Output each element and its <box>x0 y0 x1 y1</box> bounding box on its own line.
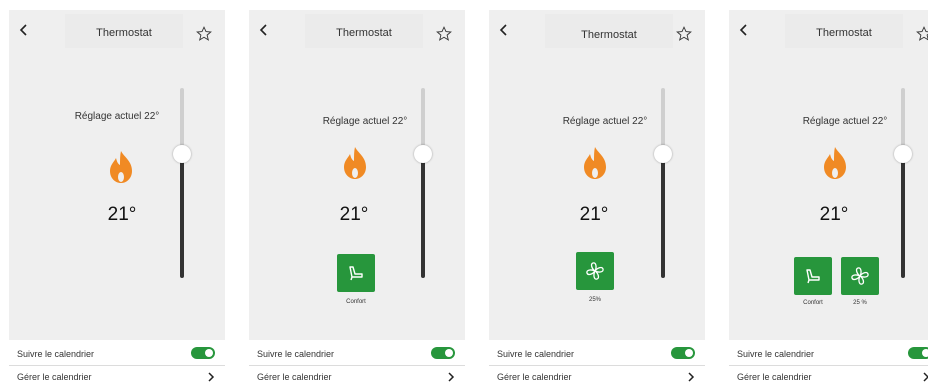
setpoint-slider-track-fill[interactable] <box>901 154 905 278</box>
comfort-mode-button[interactable] <box>337 254 375 292</box>
follow-calendar-toggle[interactable] <box>671 347 695 359</box>
setpoint-slider-track-fill[interactable] <box>180 154 184 278</box>
setpoint-slider-track-fill[interactable] <box>421 154 425 278</box>
chevron-right-icon[interactable] <box>687 372 695 382</box>
flame-icon <box>584 147 606 179</box>
follow-calendar-label: Suivre le calendrier <box>17 349 95 359</box>
chevron-right-icon[interactable] <box>922 372 928 382</box>
setpoint-slider-thumb[interactable] <box>894 145 912 163</box>
setpoint-slider-track-top[interactable] <box>180 88 184 152</box>
current-setting-label: Réglage actuel 22° <box>74 111 160 122</box>
setpoint-slider-thumb[interactable] <box>173 145 191 163</box>
follow-calendar-toggle[interactable] <box>908 347 928 359</box>
chevron-right-icon[interactable] <box>447 372 455 382</box>
flame-icon <box>344 147 366 179</box>
follow-calendar-label: Suivre le calendrier <box>497 349 575 359</box>
favorite-star-icon[interactable] <box>196 26 212 42</box>
favorite-star-icon[interactable] <box>916 26 928 42</box>
toggle-knob <box>685 349 693 357</box>
favorite-star-icon[interactable] <box>436 26 452 42</box>
follow-calendar-toggle[interactable] <box>431 347 455 359</box>
setpoint-slider-track-top[interactable] <box>421 88 425 152</box>
current-temperature: 21° <box>579 204 609 225</box>
setpoint-slider-thumb[interactable] <box>654 145 672 163</box>
manage-calendar-link[interactable]: Gérer le calendrier <box>17 372 92 382</box>
comfort-mode-label: Confort <box>346 299 366 305</box>
toggle-knob <box>205 349 213 357</box>
thermostat-screen-3: Thermostat Réglage actuel 22° 21° 25% Su… <box>489 10 705 382</box>
thermostat-screen-4: Thermostat Réglage actuel 22° 21° Confor… <box>729 10 928 382</box>
thermostat-screen-1: Thermostat Réglage actuel 22° 21° Suivre… <box>9 10 225 382</box>
divider <box>9 365 225 366</box>
armchair-icon <box>806 269 820 284</box>
toggle-knob <box>922 349 928 357</box>
comfort-mode-button[interactable] <box>794 257 832 295</box>
flame-icon <box>824 147 846 179</box>
fan-speed-button[interactable] <box>841 257 879 295</box>
setpoint-slider-track-top[interactable] <box>901 88 905 152</box>
fan-speed-label: 25 % <box>853 300 867 306</box>
setpoint-slider-track-top[interactable] <box>661 88 665 152</box>
current-temperature: 21° <box>339 204 369 225</box>
follow-calendar-label: Suivre le calendrier <box>737 349 815 359</box>
current-temperature: 21° <box>107 204 137 225</box>
divider <box>729 365 928 366</box>
divider <box>489 365 705 366</box>
back-chevron-icon[interactable] <box>259 24 269 36</box>
follow-calendar-toggle[interactable] <box>191 347 215 359</box>
toggle-knob <box>445 349 453 357</box>
favorite-star-icon[interactable] <box>676 26 692 42</box>
setpoint-slider-track-fill[interactable] <box>661 154 665 278</box>
manage-calendar-link[interactable]: Gérer le calendrier <box>737 372 812 382</box>
page-title: Thermostat <box>336 27 392 39</box>
back-chevron-icon[interactable] <box>19 24 29 36</box>
page-title: Thermostat <box>96 27 152 39</box>
follow-calendar-label: Suivre le calendrier <box>257 349 335 359</box>
current-setting-label: Réglage actuel 22° <box>562 116 648 127</box>
flame-icon <box>110 151 132 183</box>
divider <box>249 365 465 366</box>
manage-calendar-link[interactable]: Gérer le calendrier <box>497 372 572 382</box>
manage-calendar-link[interactable]: Gérer le calendrier <box>257 372 332 382</box>
setpoint-slider-thumb[interactable] <box>414 145 432 163</box>
armchair-icon <box>349 266 363 281</box>
fan-speed-button[interactable] <box>576 252 614 290</box>
fan-speed-label: 25% <box>588 297 601 303</box>
page-title: Thermostat <box>816 27 872 39</box>
thermostat-screen-2: Thermostat Réglage actuel 22° 21° Confor… <box>249 10 465 382</box>
comfort-mode-label: Confort <box>803 300 823 306</box>
current-setting-label: Réglage actuel 22° <box>802 116 888 127</box>
chevron-right-icon[interactable] <box>207 372 215 382</box>
page-title: Thermostat <box>581 29 637 41</box>
fan-icon <box>851 267 869 285</box>
fan-icon <box>586 262 604 280</box>
back-chevron-icon[interactable] <box>499 24 509 36</box>
current-setting-label: Réglage actuel 22° <box>322 116 408 127</box>
back-chevron-icon[interactable] <box>739 24 749 36</box>
current-temperature: 21° <box>819 204 849 225</box>
